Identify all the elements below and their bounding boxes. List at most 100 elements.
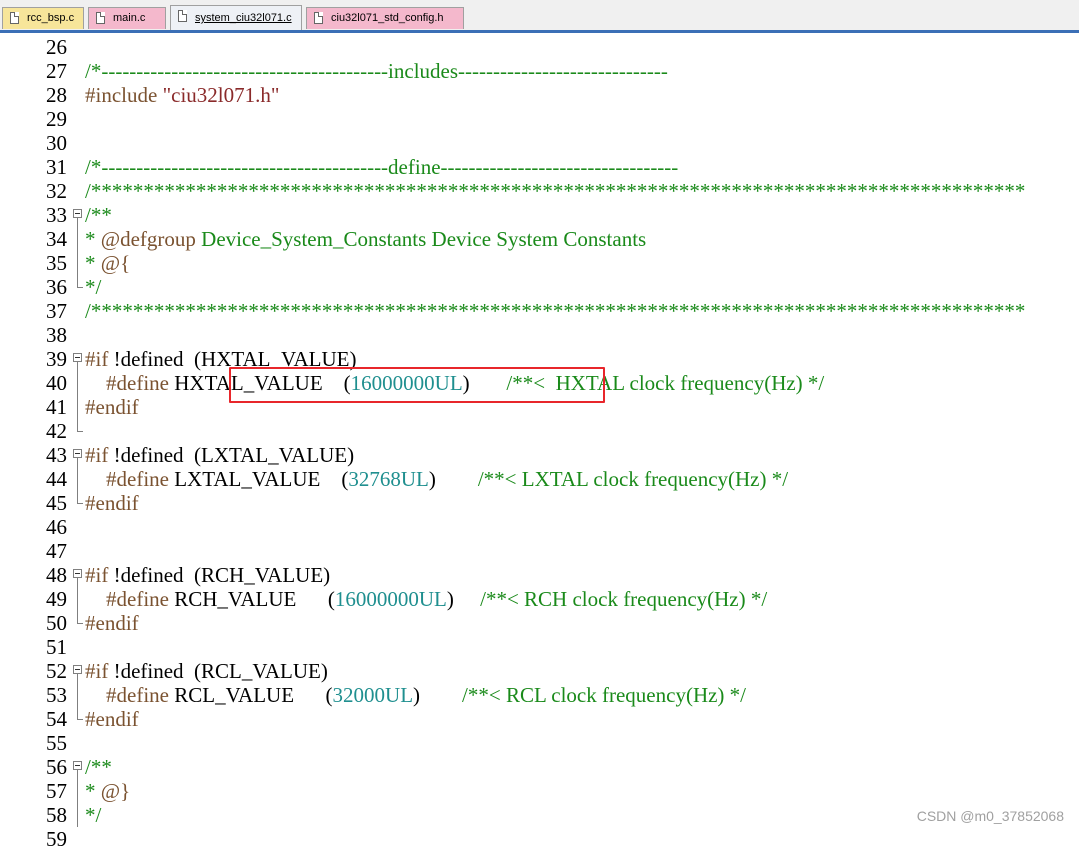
code-text: * @defgroup Device_System_Constants Devi… (85, 227, 646, 251)
code-text: #define RCH_VALUE (16000000UL) /**< RCH … (85, 587, 767, 611)
tab-system-ciu32l071-c[interactable]: system_ciu32l071.c (170, 5, 302, 30)
code-text: /** (85, 203, 112, 227)
fold-collapse-icon[interactable] (72, 203, 84, 227)
token-plain: !defined (RCH_VALUE) (108, 563, 331, 587)
fold-line (72, 227, 84, 251)
watermark: CSDN @m0_37852068 (916, 808, 1064, 824)
file-icon (10, 12, 19, 24)
line-number: 29 (46, 107, 67, 131)
fold-line (72, 803, 84, 827)
line-number: 58 (46, 803, 67, 827)
code-line[interactable]: 29 (0, 107, 1079, 131)
token-pre: #define (85, 587, 169, 611)
token-comment: /**< RCL clock frequency(Hz) */ (462, 683, 747, 707)
code-line[interactable]: 55 (0, 731, 1079, 755)
code-editor[interactable]: 26 27 /*----------------------------------… (0, 33, 1079, 851)
code-text: * @{ (85, 251, 130, 275)
tab-label: main.c (113, 12, 146, 24)
code-text: */ (85, 275, 101, 299)
code-line[interactable]: 43 #if !defined (LXTAL_VALUE) (0, 443, 1079, 467)
fold-collapse-icon[interactable] (72, 563, 84, 587)
line-number: 53 (46, 683, 67, 707)
tab-label: system_ciu32l071.c (195, 12, 292, 24)
tab-label: rcc_bsp.c (27, 12, 75, 24)
editor-tab-bar: rcc_bsp.c main.c system_ciu32l071.c ciu3… (0, 0, 1079, 33)
tab-rcc-bsp-c[interactable]: rcc_bsp.c (2, 7, 84, 29)
code-line[interactable]: 51 (0, 635, 1079, 659)
token-comment: */ (85, 803, 102, 827)
code-line[interactable]: 32 /*************************************… (0, 179, 1079, 203)
token-comment: */ (85, 275, 102, 299)
code-line[interactable]: 48 #if !defined (RCH_VALUE) (0, 563, 1079, 587)
token-pre: #if (85, 443, 109, 467)
code-line[interactable]: 49 #define RCH_VALUE (16000000UL) /**< R… (0, 587, 1079, 611)
token-plain: ( (325, 683, 333, 707)
code-text: #endif (85, 611, 139, 635)
code-text: #endif (85, 491, 139, 515)
tab-main-c[interactable]: main.c (88, 7, 166, 29)
token-pre: #define (85, 683, 169, 707)
tab-ciu32l071-std-config-h[interactable]: ciu32l071_std_config.h (306, 7, 464, 29)
token-plain: ) (428, 467, 478, 491)
token-pre: #endif (85, 491, 139, 515)
token-num: 32768UL (348, 467, 429, 491)
line-number: 36 (46, 275, 67, 299)
code-line[interactable]: 37 /*************************************… (0, 299, 1079, 323)
code-text: #define LXTAL_VALUE (32768UL) /**< LXTAL… (85, 467, 788, 491)
token-comment: * (85, 227, 101, 251)
code-line[interactable]: 57 * @} (0, 779, 1079, 803)
token-comment: /*--------------------------------------… (85, 59, 668, 83)
code-line[interactable]: 26 (0, 35, 1079, 59)
code-line[interactable]: 33 /** (0, 203, 1079, 227)
fold-collapse-icon[interactable] (72, 659, 84, 683)
file-icon (178, 10, 187, 22)
code-line[interactable]: 56 /** (0, 755, 1079, 779)
line-number: 27 (46, 59, 67, 83)
line-number: 55 (46, 731, 67, 755)
code-line[interactable]: 27 /*------------------------------------… (0, 59, 1079, 83)
code-line[interactable]: 50 #endif (0, 611, 1079, 635)
token-plain: ) (446, 587, 481, 611)
code-line[interactable]: 54 #endif (0, 707, 1079, 731)
code-line[interactable]: 36 */ (0, 275, 1079, 299)
fold-line (72, 779, 84, 803)
token-pre: @defgroup (100, 227, 196, 251)
line-number: 38 (46, 323, 67, 347)
fold-collapse-icon[interactable] (72, 443, 84, 467)
token-plain: ) (413, 683, 463, 707)
line-number: 52 (46, 659, 67, 683)
token-comment: Device_System_Constants Device System Co… (195, 227, 647, 251)
token-pre: #if (85, 563, 109, 587)
fold-collapse-icon[interactable] (72, 755, 84, 779)
token-plain: RCL_VALUE (168, 683, 326, 707)
code-line[interactable]: 28 #include "ciu32l071.h" (0, 83, 1079, 107)
code-line[interactable]: 47 (0, 539, 1079, 563)
code-line[interactable]: 46 (0, 515, 1079, 539)
code-line[interactable]: 42 (0, 419, 1079, 443)
fold-end-marker (72, 275, 84, 299)
token-plain: !defined (LXTAL_VALUE) (108, 443, 355, 467)
code-line[interactable]: 59 (0, 827, 1079, 851)
line-number: 54 (46, 707, 67, 731)
line-number: 42 (46, 419, 67, 443)
token-pre: #define (85, 371, 169, 395)
line-number: 26 (46, 35, 67, 59)
code-line[interactable]: 44 #define LXTAL_VALUE (32768UL) /**< LX… (0, 467, 1079, 491)
code-line[interactable]: 52 #if !defined (RCL_VALUE) (0, 659, 1079, 683)
token-plain: !defined (RCL_VALUE) (108, 659, 328, 683)
code-line[interactable]: 45 #endif (0, 491, 1079, 515)
code-line[interactable]: 31 /*------------------------------------… (0, 155, 1079, 179)
annotation-highlight-box (229, 367, 605, 403)
code-line[interactable]: 53 #define RCL_VALUE (32000UL) /**< RCL … (0, 683, 1079, 707)
code-line[interactable]: 30 (0, 131, 1079, 155)
fold-collapse-icon[interactable] (72, 347, 84, 371)
code-line[interactable]: 38 (0, 323, 1079, 347)
code-line[interactable]: 34 * @defgroup Device_System_Constants De… (0, 227, 1079, 251)
token-pre: @{ (100, 251, 131, 275)
token-comment: /** (85, 203, 112, 227)
code-line[interactable]: 35 * @{ (0, 251, 1079, 275)
